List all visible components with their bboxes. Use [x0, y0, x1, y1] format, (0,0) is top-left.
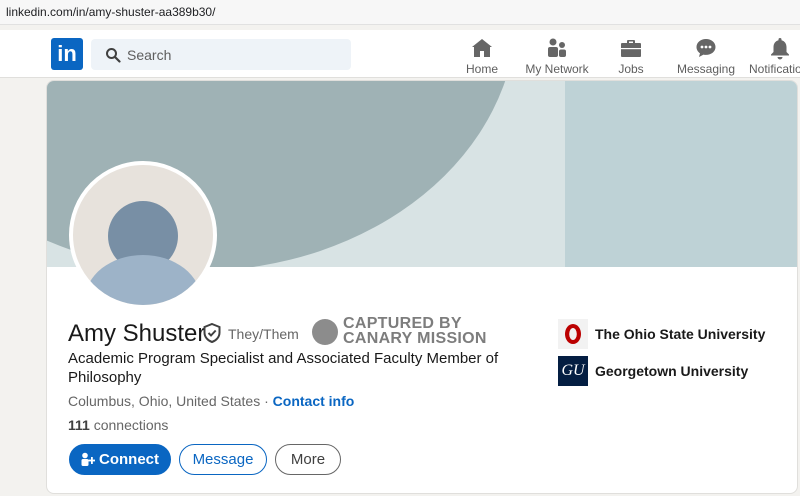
linkedin-logo[interactable]: in	[51, 38, 83, 70]
add-person-icon	[81, 452, 95, 466]
verification-shield-icon[interactable]	[203, 323, 221, 343]
nav-label-notifications: Notifications	[749, 62, 800, 76]
more-button[interactable]: More	[275, 444, 341, 475]
watermark-line-1: CAPTURED BY	[343, 315, 462, 332]
profile-location: Columbus, Ohio, United States	[68, 393, 261, 409]
location-separator: ·	[260, 393, 273, 409]
nav-item-my-network[interactable]: My Network	[522, 36, 592, 76]
network-icon	[548, 38, 566, 57]
education-name: Georgetown University	[595, 363, 749, 379]
profile-connections[interactable]: 111 connections	[68, 417, 168, 433]
messaging-icon	[696, 39, 716, 57]
connections-count: 111	[68, 417, 90, 433]
connect-button[interactable]: Connect	[69, 444, 171, 475]
message-button[interactable]: Message	[179, 444, 267, 475]
url-text[interactable]: linkedin.com/in/amy-shuster-aa389b30/	[6, 5, 215, 19]
ohio-state-logo-icon	[558, 319, 588, 349]
nav-label-my-network: My Network	[525, 62, 589, 76]
profile-pronouns: They/Them	[228, 326, 299, 342]
briefcase-icon	[621, 40, 641, 57]
nav-label-messaging: Messaging	[677, 62, 736, 76]
georgetown-logo-icon: GU	[558, 356, 588, 386]
home-icon	[472, 39, 492, 57]
search-placeholder: Search	[127, 47, 172, 63]
nav-label-jobs: Jobs	[618, 62, 644, 76]
profile-location-line: Columbus, Ohio, United States · Contact …	[68, 393, 354, 409]
avatar-body	[85, 255, 201, 305]
contact-info-link[interactable]: Contact info	[273, 393, 355, 409]
nav-item-notifications[interactable]: Notifications	[749, 36, 800, 76]
nav-label-home: Home	[465, 62, 498, 76]
profile-avatar[interactable]	[69, 161, 217, 309]
nav-item-jobs[interactable]: Jobs	[614, 36, 648, 76]
search-icon	[106, 48, 121, 63]
nav-item-home[interactable]: Home	[459, 36, 505, 76]
watermark-text: CAPTURED BY CANARY MISSION	[343, 315, 487, 347]
nav-item-messaging[interactable]: Messaging	[677, 36, 735, 76]
bell-icon	[771, 38, 789, 60]
browser-address-bar[interactable]: linkedin.com/in/amy-shuster-aa389b30/	[0, 0, 800, 25]
connections-label: connections	[89, 417, 169, 433]
education-name: The Ohio State University	[595, 326, 766, 342]
canary-logo-icon	[312, 319, 338, 345]
top-navigation: in Search Home My Network Jobs Messaging…	[0, 30, 800, 78]
banner-panel	[565, 81, 797, 267]
connect-label: Connect	[99, 451, 159, 468]
profile-name: Amy Shuster	[68, 320, 206, 347]
watermark-line-2: CANARY MISSION	[343, 330, 487, 347]
profile-headline: Academic Program Specialist and Associat…	[68, 350, 499, 386]
search-input[interactable]: Search	[91, 39, 351, 70]
